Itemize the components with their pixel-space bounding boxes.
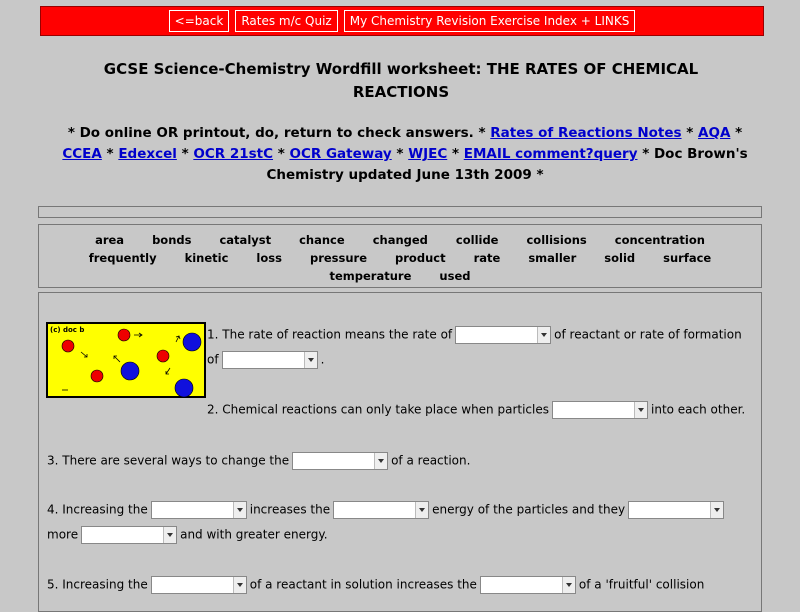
- nav-bar: <=back Rates m/c Quiz My Chemistry Revis…: [40, 6, 764, 36]
- q2-answer-select[interactable]: [552, 401, 648, 419]
- word-item: concentration: [614, 233, 705, 247]
- word-item: area: [95, 233, 125, 247]
- subtitle-text: *: [176, 146, 194, 162]
- q1-text: 1. The rate of reaction means the rate o…: [207, 327, 453, 342]
- particle-collision-diagram: (c) doc b: [46, 322, 206, 398]
- q3-text: of a reaction.: [391, 453, 471, 468]
- title-line-1: GCSE Science-Chemistry Wordfill workshee…: [103, 60, 699, 78]
- small-particle: [90, 369, 104, 383]
- diagram-label: (c) doc b: [50, 326, 84, 334]
- q3-text: 3. There are several ways to change the: [47, 453, 290, 468]
- word-item: pressure: [309, 251, 368, 265]
- q4-text: 4. Increasing the: [47, 502, 148, 517]
- word-item: catalyst: [219, 233, 272, 247]
- email-link[interactable]: EMAIL comment?query: [464, 146, 638, 162]
- q4-text: increases the: [249, 502, 331, 517]
- ccea-link[interactable]: CCEA: [62, 146, 102, 162]
- rates-notes-link[interactable]: Rates of Reactions Notes: [490, 125, 681, 141]
- subtitle: * Do online OR printout, do, return to c…: [50, 123, 760, 186]
- question-1: 1. The rate of reaction means the rate o…: [207, 326, 742, 344]
- subtitle-text: *: [730, 125, 743, 141]
- q4-text: and with greater energy.: [180, 527, 328, 542]
- edexcel-link[interactable]: Edexcel: [118, 146, 177, 162]
- word-item: smaller: [528, 251, 577, 265]
- large-particle: [182, 332, 202, 352]
- q4-text: energy of the particles and they: [432, 502, 626, 517]
- word-item: surface: [663, 251, 712, 265]
- q4-answer-1-select[interactable]: [150, 501, 247, 519]
- word-item: rate: [473, 251, 501, 265]
- subtitle-text: * Do online OR printout, do, return to c…: [67, 125, 491, 141]
- small-particle: [117, 328, 131, 342]
- quiz-button[interactable]: Rates m/c Quiz: [235, 10, 338, 32]
- q2-text: into each other.: [651, 402, 746, 417]
- word-item: changed: [372, 233, 428, 247]
- word-item: frequently: [88, 251, 157, 265]
- large-particle: [174, 378, 194, 398]
- q5-answer-2-select[interactable]: [479, 576, 576, 594]
- page-title: GCSE Science-Chemistry Wordfill workshee…: [40, 58, 762, 104]
- q4-answer-2-select[interactable]: [333, 501, 430, 519]
- word-item: collide: [455, 233, 499, 247]
- q5-answer-1-select[interactable]: [150, 576, 247, 594]
- word-list: area bonds catalyst chance changed collide col…: [60, 231, 740, 285]
- word-item: loss: [256, 251, 282, 265]
- word-item: used: [439, 269, 471, 283]
- subtitle-text: *: [101, 146, 119, 162]
- large-particle: [120, 361, 140, 381]
- back-button[interactable]: <=back: [168, 10, 230, 32]
- question-3: 3. There are several ways to change the o…: [47, 452, 470, 470]
- question-2: 2. Chemical reactions can only take plac…: [207, 401, 745, 419]
- q5-text: of a reactant in solution increases the: [249, 577, 477, 592]
- word-item: bonds: [152, 233, 192, 247]
- subtitle-text: *: [447, 146, 464, 162]
- q1-text: of reactant or rate of formation: [554, 327, 742, 342]
- q1-answer-1-select[interactable]: [455, 326, 552, 344]
- q5-text: of a 'fruitful' collision: [578, 577, 705, 592]
- word-item: temperature: [329, 269, 412, 283]
- subtitle-text: *: [681, 125, 699, 141]
- q4-answer-3-select[interactable]: [628, 501, 725, 519]
- word-item: chance: [299, 233, 345, 247]
- subtitle-text: *: [391, 146, 409, 162]
- q4-text: more: [47, 527, 79, 542]
- ocr-21stc-link[interactable]: OCR 21stC: [193, 146, 273, 162]
- q1-text: of: [207, 352, 219, 367]
- ocr-gateway-link[interactable]: OCR Gateway: [289, 146, 391, 162]
- question-4: 4. Increasing the increases the energy of …: [47, 501, 727, 519]
- subtitle-text: * Doc Brown's: [637, 146, 748, 162]
- q1-answer-2-select[interactable]: [221, 351, 318, 369]
- q2-text: 2. Chemical reactions can only take plac…: [207, 402, 549, 417]
- q4-answer-4-select[interactable]: [81, 526, 178, 544]
- subtitle-text: *: [273, 146, 290, 162]
- q1-text: .: [320, 352, 325, 367]
- word-item: collisions: [526, 233, 587, 247]
- question-5: 5. Increasing the of a reactant in soluti…: [47, 576, 704, 594]
- question-4-continued: more and with greater energy.: [47, 526, 328, 544]
- subtitle-text: Chemistry updated June 13th 2009 *: [266, 167, 544, 183]
- small-particle: [156, 349, 170, 363]
- word-item: product: [395, 251, 446, 265]
- word-item: kinetic: [184, 251, 229, 265]
- index-links-button[interactable]: My Chemistry Revision Exercise Index + L…: [343, 10, 636, 32]
- q5-text: 5. Increasing the: [47, 577, 148, 592]
- small-particle: [61, 339, 75, 353]
- empty-panel: [38, 206, 762, 218]
- title-line-2: REACTIONS: [352, 83, 450, 101]
- aqa-link[interactable]: AQA: [698, 125, 730, 141]
- word-item: solid: [604, 251, 636, 265]
- question-1-continued: of.: [207, 351, 324, 369]
- q3-answer-select[interactable]: [292, 452, 389, 470]
- wjec-link[interactable]: WJEC: [408, 146, 447, 162]
